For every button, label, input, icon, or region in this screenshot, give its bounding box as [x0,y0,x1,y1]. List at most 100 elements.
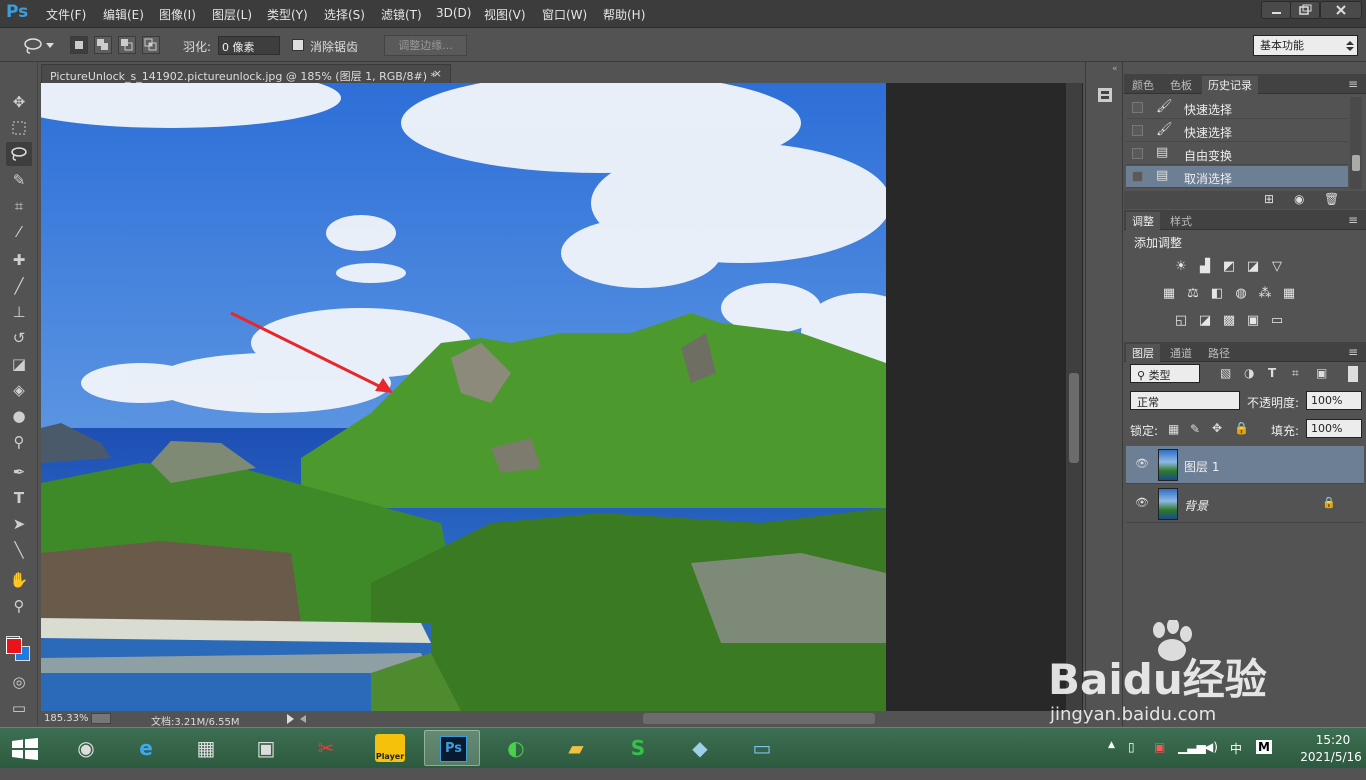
tab-adjustments[interactable]: 调整 [1126,212,1160,230]
filter-shape-icon[interactable]: ⌗ [1292,366,1299,381]
path-selection-tool-icon[interactable]: ➤ [6,512,32,536]
posterize-icon[interactable]: ◪ [1196,313,1214,329]
subtract-selection-button[interactable] [118,36,136,54]
tab-color[interactable]: 颜色 [1126,76,1160,94]
tab-paths[interactable]: 路径 [1202,344,1236,362]
close-tab-icon[interactable]: × [433,67,442,80]
threshold-icon[interactable]: ▩ [1220,313,1238,329]
monitor-app-icon[interactable]: ▣ [238,730,294,766]
history-panel-icon[interactable] [1096,86,1114,104]
healing-brush-tool-icon[interactable]: ✚ [6,248,32,272]
canvas-area[interactable] [41,83,1083,711]
color-balance-icon[interactable]: ⚖ [1184,286,1202,302]
history-item[interactable]: 🖌 快速选择 [1126,120,1348,142]
invert-icon[interactable]: ◱ [1172,313,1190,329]
levels-icon[interactable]: ▟ [1196,259,1214,275]
photoshop-taskbar-icon[interactable]: Ps [424,730,480,766]
layer-filter-select[interactable]: ⚲ 类型 [1130,364,1200,383]
history-checkbox[interactable] [1132,102,1143,113]
opacity-input[interactable]: 100% [1306,391,1362,410]
tab-styles[interactable]: 样式 [1164,212,1198,230]
history-checkbox[interactable] [1132,148,1143,159]
video-player-icon[interactable]: Player [362,730,418,766]
audio-app-icon[interactable]: ◉ [58,730,114,766]
blend-mode-select[interactable]: 正常 [1130,391,1240,410]
black-white-icon[interactable]: ◧ [1208,286,1226,302]
dodge-tool-icon[interactable]: ⚲ [6,430,32,454]
menu-window[interactable]: 窗口(W) [542,6,587,23]
panel-menu-icon[interactable]: ≡ [1348,213,1358,227]
lasso-tool-icon[interactable] [6,142,32,166]
foreground-color-fill[interactable] [6,638,22,654]
lock-position-icon[interactable]: ✥ [1212,421,1222,435]
tab-layers[interactable]: 图层 [1126,344,1160,362]
menu-3d[interactable]: 3D(D) [436,6,471,20]
internet-explorer-icon[interactable]: e [118,730,174,766]
marquee-tool-icon[interactable] [6,116,32,140]
filter-pixel-icon[interactable]: ▧ [1220,366,1231,380]
brightness-icon[interactable]: ☀ [1172,259,1190,275]
restore-button[interactable] [1290,1,1320,19]
selective-color-icon[interactable]: ▣ [1244,313,1262,329]
menu-file[interactable]: 文件(F) [46,6,86,23]
notes-app-icon[interactable]: ◆ [672,730,728,766]
fill-input[interactable]: 100% [1306,419,1362,438]
windows-start-icon[interactable] [12,738,38,760]
zoom-tool-icon[interactable]: ⚲ [6,594,32,618]
menu-image[interactable]: 图像(I) [159,6,196,23]
eye-icon[interactable]: 👁 [1135,457,1149,470]
zoom-level[interactable]: 185.33% [44,713,89,724]
blur-tool-icon[interactable]: ● [6,404,32,428]
photo-filter-icon[interactable]: ◍ [1232,286,1250,302]
menu-type[interactable]: 类型(Y) [267,6,308,23]
close-window-button[interactable] [1320,1,1362,19]
hue-saturation-icon[interactable]: ▦ [1160,286,1178,302]
tab-channels[interactable]: 通道 [1164,344,1198,362]
calculator-icon[interactable]: ▦ [178,730,234,766]
pen-tool-icon[interactable]: ✒ [6,460,32,484]
channel-mixer-icon[interactable]: ⁂ [1256,286,1274,302]
play-arrow-icon[interactable] [287,714,295,724]
paint-bucket-tool-icon[interactable]: ◈ [6,378,32,402]
workspace-select[interactable]: 基本功能 [1253,35,1358,56]
screen-mode-icon[interactable]: ▭ [6,696,32,720]
trash-icon[interactable]: 🗑 [1324,192,1339,206]
panel-menu-icon[interactable]: ≡ [1348,77,1358,91]
new-document-from-state-icon[interactable]: ⊞ [1264,192,1274,206]
type-tool-icon[interactable]: T [6,486,32,510]
horizontal-scroll-thumb[interactable] [643,713,875,724]
quick-mask-icon[interactable]: ◎ [6,670,32,694]
vibrance-icon[interactable]: ▽ [1268,259,1286,275]
brush-tool-icon[interactable]: ╱ [6,274,32,298]
color-lookup-icon[interactable]: ▦ [1280,286,1298,302]
history-item-selected[interactable]: ▤ 取消选择 [1126,166,1348,188]
new-selection-button[interactable] [70,36,88,54]
history-scroll-thumb[interactable] [1352,155,1360,171]
wps-icon[interactable]: S [610,730,666,766]
filter-smart-object-icon[interactable]: ▣ [1316,366,1327,380]
feather-input[interactable]: 0 像素 [218,36,280,55]
volume-icon[interactable]: ◀) [1204,740,1218,754]
tray-device-icon[interactable]: ▯ [1128,740,1135,754]
lasso-tool-icon[interactable] [22,37,44,55]
quick-selection-tool-icon[interactable]: ✎ [6,168,32,192]
clock-date[interactable]: 2021/5/16 [1296,750,1366,764]
collapse-arrows-icon[interactable]: « [1112,64,1118,74]
ime-indicator[interactable]: 中 [1230,740,1242,757]
menu-select[interactable]: 选择(S) [324,6,365,23]
lock-transparent-icon[interactable]: ▦ [1168,422,1179,436]
layer-name[interactable]: 背景 [1184,497,1208,514]
history-checkbox[interactable] [1132,125,1143,136]
chevron-down-icon[interactable] [46,43,54,49]
history-item[interactable]: 🖌 快速选择 [1126,97,1348,119]
filter-type-icon[interactable]: T [1268,366,1276,380]
eraser-tool-icon[interactable]: ◪ [6,352,32,376]
history-scrollbar[interactable] [1350,97,1362,189]
signal-icon[interactable]: ▁▃▅ [1178,740,1206,754]
history-item[interactable]: ▤ 自由变换 [1126,143,1348,165]
image-viewer-icon[interactable]: ▭ [734,730,790,766]
tab-swatches[interactable]: 色板 [1164,76,1198,94]
tray-expand-icon[interactable]: ▲ [1108,740,1115,750]
layer-row-selected[interactable]: 👁 图层 1 [1126,446,1364,484]
landscape-image[interactable] [41,83,886,711]
